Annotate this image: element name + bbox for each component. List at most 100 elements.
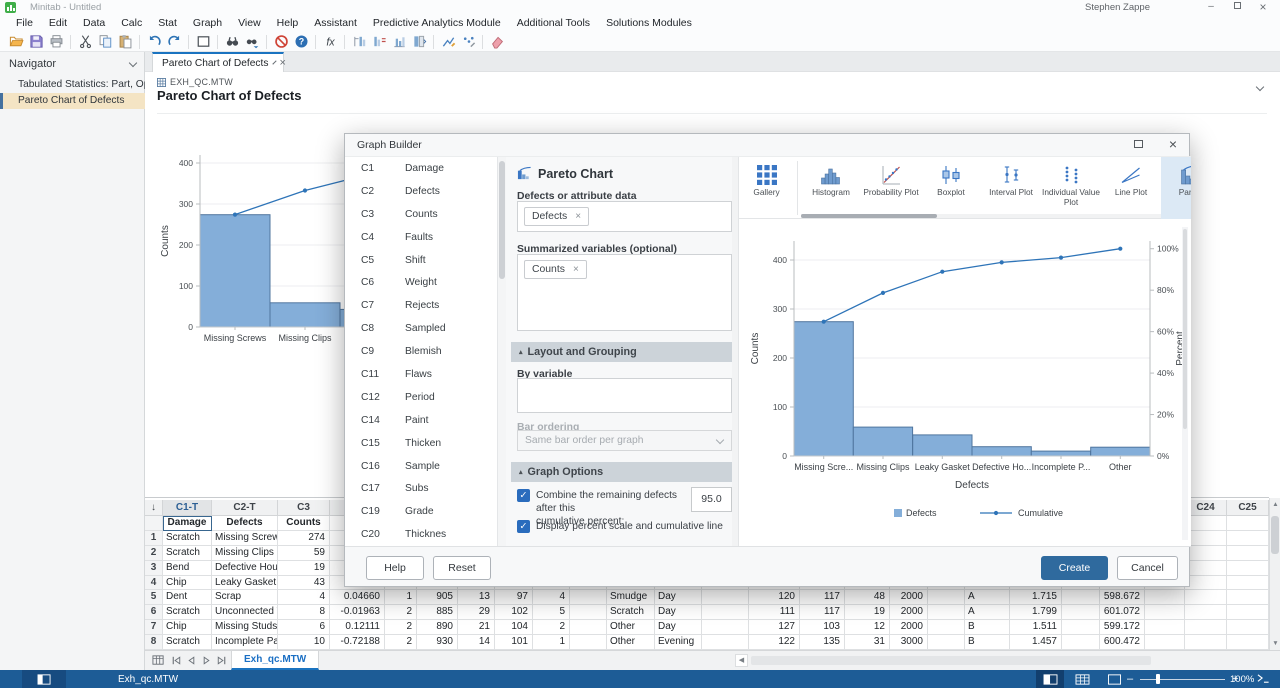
cell-c13-r8[interactable] — [702, 635, 749, 650]
remove-chip-icon[interactable]: × — [573, 266, 579, 274]
data-view-icon[interactable] — [1068, 670, 1096, 688]
cell-c10-r7[interactable] — [570, 620, 607, 635]
row-number[interactable]: 8 — [145, 635, 163, 650]
zoom-slider-thumb[interactable] — [1156, 674, 1160, 684]
output-options-chevron-icon[interactable] — [1256, 83, 1264, 91]
cell-c25-r6[interactable] — [1227, 605, 1269, 620]
dialog-title-bar[interactable]: Graph Builder × — [345, 134, 1191, 157]
dialog-column-c8[interactable]: C8Sampled — [345, 317, 497, 340]
cell-c14-r7[interactable]: 127 — [749, 620, 800, 635]
row-number[interactable]: 5 — [145, 590, 163, 605]
cell-c6-r5[interactable]: 905 — [417, 590, 458, 605]
cell-c25-r7[interactable] — [1227, 620, 1269, 635]
cell-c14-r8[interactable]: 122 — [749, 635, 800, 650]
cell-c18-r5[interactable] — [928, 590, 965, 605]
column-header-c24[interactable]: C24 — [1185, 500, 1227, 516]
cell-c2-t-r8[interactable]: Incomplete Part — [212, 635, 278, 650]
defects-variable-chip[interactable]: Defects× — [524, 207, 589, 226]
copy-icon[interactable] — [95, 33, 115, 51]
cell-c21-r6[interactable] — [1062, 605, 1100, 620]
dialog-maximize-icon[interactable] — [1134, 140, 1143, 148]
row-number[interactable]: 7 — [145, 620, 163, 635]
cell-c8-r5[interactable]: 97 — [495, 590, 533, 605]
eraser-icon[interactable] — [487, 33, 507, 51]
cell-c23-r6[interactable] — [1145, 605, 1185, 620]
cell-c9-r5[interactable]: 4 — [533, 590, 570, 605]
counts-variable-chip[interactable]: Counts× — [524, 260, 587, 279]
search-icon[interactable] — [222, 33, 242, 51]
cell-c13-r5[interactable] — [702, 590, 749, 605]
display-percent-checkbox[interactable]: ✓ — [517, 520, 530, 533]
gallery-item-line-plot[interactable]: Line Plot — [1101, 157, 1161, 219]
cell-c2-t-r3[interactable]: Defective Housi — [212, 561, 278, 576]
cancel-icon[interactable] — [271, 33, 291, 51]
document-tab-close-icon[interactable]: × — [279, 58, 285, 68]
previous-worksheet-icon[interactable] — [185, 654, 199, 668]
row-number[interactable]: 2 — [145, 546, 163, 561]
cell-c20-r8[interactable]: 1.457 — [1010, 635, 1062, 650]
menu-data[interactable]: Data — [75, 15, 113, 32]
menu-assistant[interactable]: Assistant — [306, 15, 365, 32]
dialog-column-c14[interactable]: C14Paint — [345, 409, 497, 432]
layout-grouping-section-header[interactable]: ▴Layout and Grouping — [511, 342, 737, 362]
output-view-icon[interactable] — [1100, 670, 1128, 688]
cell-c19-r5[interactable]: A — [965, 590, 1010, 605]
menu-calc[interactable]: Calc — [113, 15, 150, 32]
worksheet-list-icon[interactable] — [152, 654, 166, 668]
edit-graph-icon[interactable] — [438, 33, 458, 51]
cell-c24-r8[interactable] — [1185, 635, 1227, 650]
close-button[interactable]: × — [1252, 0, 1274, 14]
column-name-c3[interactable]: Counts — [278, 516, 330, 531]
cell-c25-r2[interactable] — [1227, 546, 1269, 561]
user-account-label[interactable]: Stephen Zappe — [1085, 2, 1150, 13]
menu-file[interactable]: File — [8, 15, 41, 32]
gallery-item-boxplot[interactable]: Boxplot — [921, 157, 981, 219]
cell-c24-r7[interactable] — [1185, 620, 1227, 635]
column-header-c2-t[interactable]: C2-T — [212, 500, 278, 516]
menu-additional-tools[interactable]: Additional Tools — [509, 15, 598, 32]
cell-c23-r5[interactable] — [1145, 590, 1185, 605]
reset-button[interactable]: Reset — [433, 556, 491, 580]
cell-c15-r8[interactable]: 135 — [800, 635, 845, 650]
insert-cells-icon[interactable] — [369, 33, 389, 51]
gallery-item-gallery[interactable]: Gallery — [739, 157, 794, 219]
worksheet-horizontal-scrollbar-thumb[interactable] — [751, 656, 1151, 665]
column-list-scrollbar-thumb[interactable] — [499, 161, 505, 279]
help-icon[interactable]: ? — [291, 33, 311, 51]
cell-c7-r8[interactable]: 14 — [458, 635, 495, 650]
cell-c8-r8[interactable]: 101 — [495, 635, 533, 650]
gallery-item-interval-plot[interactable]: Interval Plot — [981, 157, 1041, 219]
document-tab-menu-chevron-icon[interactable] — [273, 60, 277, 64]
window-icon[interactable] — [193, 33, 213, 51]
cell-c7-r5[interactable]: 13 — [458, 590, 495, 605]
navigator-item-pareto-chart-of-defects[interactable]: Pareto Chart of Defects — [0, 93, 145, 109]
dialog-column-c2[interactable]: C2Defects — [345, 180, 497, 203]
next-worksheet-icon[interactable] — [200, 654, 214, 668]
cell-c20-r7[interactable]: 1.511 — [1010, 620, 1062, 635]
graph-options-section-header[interactable]: ▴Graph Options — [511, 462, 737, 482]
document-tab[interactable]: Pareto Chart of Defects × — [152, 52, 284, 72]
cell-c9-r8[interactable]: 1 — [533, 635, 570, 650]
column-header-c25[interactable]: C25 — [1227, 500, 1269, 516]
cell-c20-r5[interactable]: 1.715 — [1010, 590, 1062, 605]
cell-c2-t-r7[interactable]: Missing Studs — [212, 620, 278, 635]
menu-view[interactable]: View — [230, 15, 269, 32]
cell-c18-r7[interactable] — [928, 620, 965, 635]
cell-c4-r8[interactable]: -0.72188 — [330, 635, 385, 650]
cell-c12-r8[interactable]: Evening — [655, 635, 702, 650]
cell-c21-r8[interactable] — [1062, 635, 1100, 650]
cell-c24-r4[interactable] — [1185, 576, 1227, 591]
cell-c19-r6[interactable]: A — [965, 605, 1010, 620]
last-worksheet-icon[interactable] — [215, 654, 229, 668]
redo-icon[interactable] — [164, 33, 184, 51]
cell-c24-r6[interactable] — [1185, 605, 1227, 620]
dialog-close-icon[interactable]: × — [1169, 136, 1177, 152]
cell-c16-r7[interactable]: 12 — [845, 620, 890, 635]
column-chart-icon[interactable] — [389, 33, 409, 51]
cell-c12-r6[interactable]: Day — [655, 605, 702, 620]
cell-c25-r8[interactable] — [1227, 635, 1269, 650]
cell-c4-r6[interactable]: -0.01963 — [330, 605, 385, 620]
cell-c1-t-r1[interactable]: Scratch — [163, 531, 212, 546]
first-worksheet-icon[interactable] — [170, 654, 184, 668]
cell-c3-r8[interactable]: 10 — [278, 635, 330, 650]
